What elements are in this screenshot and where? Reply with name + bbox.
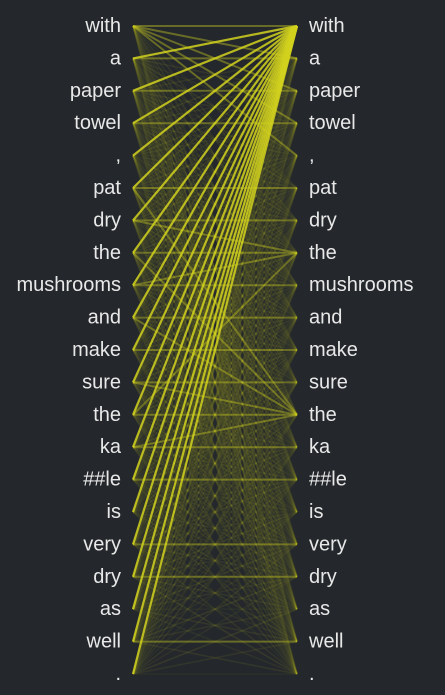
right-token-label[interactable]: is xyxy=(309,501,323,523)
right-token-label[interactable]: dry xyxy=(309,209,337,231)
left-token-label[interactable]: as xyxy=(100,598,121,620)
right-token-label[interactable]: very xyxy=(309,533,347,555)
left-token-labels: with a paper towel, pat dry the mushrooms and mak… xyxy=(17,15,122,685)
left-token-label[interactable]: make xyxy=(72,339,121,361)
left-token-label[interactable]: very xyxy=(83,533,121,555)
right-token-label[interactable]: towel xyxy=(309,112,356,134)
left-token-label[interactable]: mushrooms xyxy=(17,274,121,296)
right-token-label[interactable]: ka xyxy=(309,436,331,458)
right-token-label[interactable]: well xyxy=(308,631,343,653)
right-token-label[interactable]: sure xyxy=(309,371,348,393)
left-token-label[interactable]: sure xyxy=(82,371,121,393)
attention-diagram: with a paper towel, pat dry the mushrooms and mak… xyxy=(17,15,414,685)
left-token-label[interactable]: towel xyxy=(74,112,121,134)
left-token-label[interactable]: the xyxy=(93,404,121,426)
right-token-label[interactable]: pat xyxy=(309,177,337,199)
right-token-label[interactable]: paper xyxy=(309,80,360,102)
right-token-label[interactable]: ##le xyxy=(309,469,347,491)
right-token-label[interactable]: , xyxy=(309,145,315,167)
left-token-label[interactable]: and xyxy=(88,307,121,329)
right-token-label[interactable]: with xyxy=(308,15,345,37)
right-token-labels: with a paper towel, pat dry the mushrooms and mak… xyxy=(308,15,413,685)
right-token-label[interactable]: mushrooms xyxy=(309,274,413,296)
left-token-label[interactable]: a xyxy=(110,47,122,69)
left-token-label[interactable]: pat xyxy=(93,177,121,199)
right-token-label[interactable]: a xyxy=(309,47,321,69)
left-token-label[interactable]: dry xyxy=(93,566,121,588)
right-token-label[interactable]: make xyxy=(309,339,358,361)
left-token-label[interactable]: with xyxy=(84,15,121,37)
left-token-label[interactable]: ##le xyxy=(83,469,121,491)
left-token-label[interactable]: , xyxy=(115,145,121,167)
left-token-label[interactable]: the xyxy=(93,242,121,264)
attention-lines xyxy=(131,24,299,675)
right-token-label[interactable]: and xyxy=(309,307,342,329)
left-token-label[interactable]: dry xyxy=(93,209,121,231)
right-token-label[interactable]: as xyxy=(309,598,330,620)
left-token-label[interactable]: . xyxy=(115,663,121,685)
left-token-label[interactable]: paper xyxy=(70,80,121,102)
left-token-label[interactable]: is xyxy=(107,501,121,523)
left-token-label[interactable]: ka xyxy=(100,436,122,458)
right-token-label[interactable]: the xyxy=(309,404,337,426)
right-token-label[interactable]: the xyxy=(309,242,337,264)
left-token-label[interactable]: well xyxy=(86,631,121,653)
right-token-label[interactable]: . xyxy=(309,663,315,685)
right-token-label[interactable]: dry xyxy=(309,566,337,588)
